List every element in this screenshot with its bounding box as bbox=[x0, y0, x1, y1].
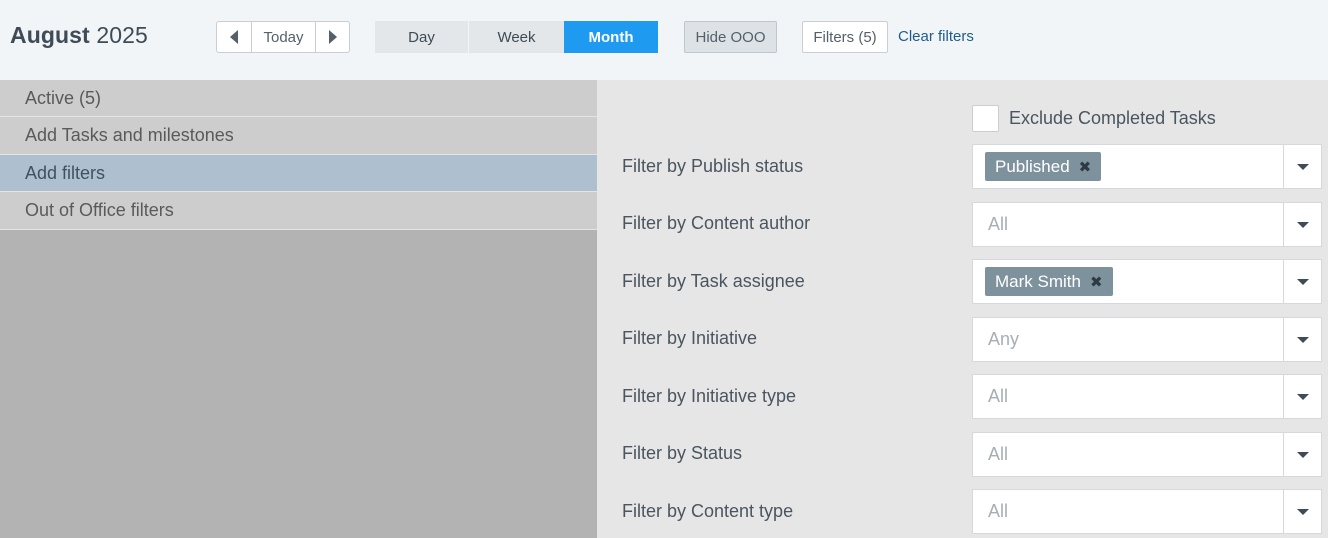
initiative-type-label: Filter by Initiative type bbox=[622, 386, 797, 406]
filter-tag-label: Mark Smith bbox=[995, 271, 1081, 291]
top-bar: August 2025 Today Day Week Month Hide OO… bbox=[0, 0, 1328, 80]
view-switcher: Day Week Month bbox=[375, 21, 658, 53]
initiative-label: Filter by Initiative bbox=[622, 328, 758, 348]
content-author-select[interactable]: All bbox=[972, 202, 1322, 247]
filter-tag-label: Published bbox=[995, 156, 1070, 176]
content-type-select[interactable]: All bbox=[972, 489, 1322, 534]
caret-down-icon bbox=[1296, 451, 1309, 458]
title-month: August bbox=[10, 22, 90, 48]
next-button[interactable] bbox=[316, 22, 349, 52]
previous-button[interactable] bbox=[217, 22, 252, 52]
status-select[interactable]: All bbox=[972, 432, 1322, 477]
hide-ooo-button[interactable]: Hide OOO bbox=[684, 21, 777, 53]
content-type-label: Filter by Content type bbox=[622, 501, 794, 521]
date-navigation: Today bbox=[216, 21, 350, 53]
caret-down-icon bbox=[1296, 508, 1309, 515]
select-placeholder: Any bbox=[988, 329, 1020, 349]
content-author-label: Filter by Content author bbox=[622, 213, 811, 233]
dropdown-toggle[interactable] bbox=[1283, 375, 1321, 418]
dropdown-toggle[interactable] bbox=[1283, 318, 1321, 361]
filter-tag: Mark Smith ✖ bbox=[985, 267, 1113, 296]
exclude-completed-option: Exclude Completed Tasks bbox=[972, 105, 1216, 132]
exclude-completed-label: Exclude Completed Tasks bbox=[1009, 108, 1216, 128]
status-label: Filter by Status bbox=[622, 443, 743, 463]
month-view-button[interactable]: Month bbox=[564, 21, 658, 53]
today-button[interactable]: Today bbox=[252, 22, 316, 52]
dropdown-toggle[interactable] bbox=[1283, 260, 1321, 303]
week-view-button[interactable]: Week bbox=[469, 21, 564, 53]
page-title: August 2025 bbox=[10, 22, 148, 49]
sidebar-item-add-tasks[interactable]: Add Tasks and milestones bbox=[0, 117, 597, 155]
initiative-type-select[interactable]: All bbox=[972, 374, 1322, 419]
title-year: 2025 bbox=[96, 22, 148, 48]
filter-tag: Published ✖ bbox=[985, 152, 1102, 181]
day-view-button[interactable]: Day bbox=[375, 21, 469, 53]
caret-down-icon bbox=[1296, 221, 1309, 228]
close-icon[interactable]: ✖ bbox=[1079, 158, 1092, 176]
select-placeholder: All bbox=[988, 444, 1009, 464]
exclude-completed-checkbox[interactable] bbox=[972, 105, 999, 132]
publish-status-label: Filter by Publish status bbox=[622, 156, 804, 176]
dropdown-toggle[interactable] bbox=[1283, 203, 1321, 246]
publish-status-select[interactable]: Published ✖ bbox=[972, 144, 1322, 189]
caret-down-icon bbox=[1296, 336, 1309, 343]
select-placeholder: All bbox=[988, 214, 1009, 234]
dropdown-toggle[interactable] bbox=[1283, 145, 1321, 188]
sidebar-item-add-filters[interactable]: Add filters bbox=[0, 155, 603, 192]
sidebar-item-out-of-office[interactable]: Out of Office filters bbox=[0, 192, 597, 230]
dropdown-toggle[interactable] bbox=[1283, 433, 1321, 476]
close-icon[interactable]: ✖ bbox=[1090, 273, 1103, 291]
select-placeholder: All bbox=[988, 501, 1009, 521]
clear-filters-link[interactable]: Clear filters bbox=[898, 28, 974, 45]
initiative-select[interactable]: Any bbox=[972, 317, 1322, 362]
select-placeholder: All bbox=[988, 386, 1009, 406]
task-assignee-label: Filter by Task assignee bbox=[622, 271, 805, 291]
dropdown-toggle[interactable] bbox=[1283, 490, 1321, 533]
filters-button[interactable]: Filters (5) bbox=[802, 21, 888, 53]
caret-right-icon bbox=[328, 30, 337, 44]
caret-down-icon bbox=[1296, 278, 1309, 285]
caret-down-icon bbox=[1296, 393, 1309, 400]
caret-left-icon bbox=[230, 30, 238, 44]
caret-down-icon bbox=[1296, 163, 1309, 170]
task-assignee-select[interactable]: Mark Smith ✖ bbox=[972, 259, 1322, 304]
sidebar-item-active[interactable]: Active (5) bbox=[0, 80, 597, 117]
